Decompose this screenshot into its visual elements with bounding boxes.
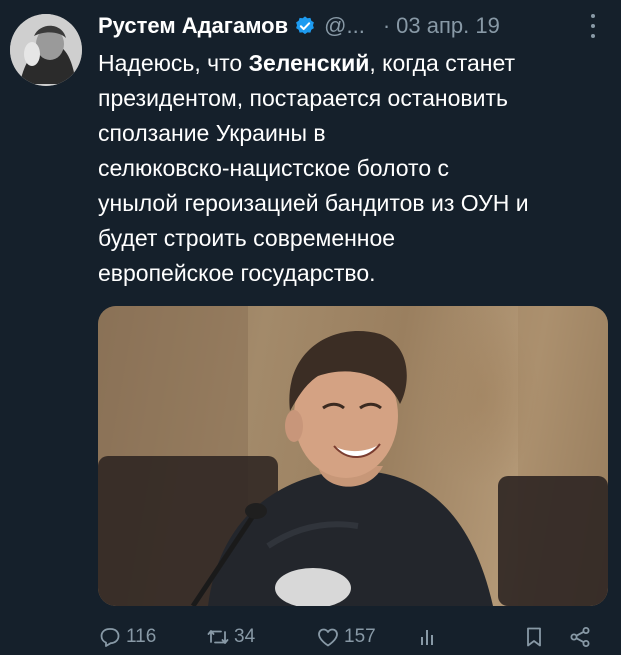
analytics-button[interactable] bbox=[416, 625, 440, 649]
tweet-text-line-7: европейское государство. bbox=[98, 260, 376, 286]
tweet-text-bold: Зеленский bbox=[248, 50, 370, 76]
tweet-text: Надеюсь, что Зеленский, когда станет пре… bbox=[98, 46, 608, 291]
like-button[interactable]: 157 bbox=[316, 625, 376, 649]
photo-illustration bbox=[98, 306, 608, 606]
reply-icon bbox=[100, 628, 120, 647]
tweet-date[interactable]: 03 апр. 19 bbox=[396, 13, 500, 39]
tweet-text-line-3: сползание Украины в bbox=[98, 120, 326, 146]
bookmark-button[interactable] bbox=[522, 625, 546, 649]
analytics-icon bbox=[421, 630, 433, 645]
author-handle[interactable]: @... bbox=[324, 13, 365, 39]
retweet-icon bbox=[207, 630, 229, 644]
tweet-text-line-1: Надеюсь, что Зеленский, когда станет bbox=[98, 46, 608, 81]
tweet-text-line-4: селюковско-нацистское болото с bbox=[98, 155, 450, 181]
like-icon bbox=[318, 628, 338, 647]
like-count: 157 bbox=[344, 626, 376, 647]
action-bar: 116 34 157 bbox=[98, 622, 608, 652]
share-icon bbox=[570, 627, 590, 647]
more-icon[interactable] bbox=[589, 14, 597, 38]
avatar-image bbox=[10, 14, 82, 86]
header-separator: · bbox=[382, 13, 391, 38]
tweet-header: Рустем Адагамов @... · 03 апр. 19 bbox=[98, 10, 611, 42]
tweet-text-line-5: унылой героизацией бандитов из ОУН и bbox=[98, 190, 529, 216]
retweet-button[interactable]: 34 bbox=[206, 625, 255, 649]
author-name[interactable]: Рустем Адагамов bbox=[98, 13, 288, 39]
tweet-photo[interactable] bbox=[98, 306, 608, 606]
reply-button[interactable]: 116 bbox=[98, 625, 156, 649]
retweet-count: 34 bbox=[234, 626, 256, 647]
avatar[interactable] bbox=[10, 14, 82, 86]
reply-count: 116 bbox=[126, 626, 157, 647]
tweet-text-line-2: президентом, постарается остановить bbox=[98, 85, 508, 111]
tweet-text-line-6: будет строить современное bbox=[98, 225, 396, 251]
verified-badge-icon bbox=[294, 15, 316, 37]
share-button[interactable] bbox=[568, 625, 592, 649]
tweet: Рустем Адагамов @... · 03 апр. 19 Надеюс… bbox=[0, 0, 621, 655]
tweet-text-segment: , когда станет bbox=[369, 50, 516, 76]
bookmark-icon bbox=[527, 627, 541, 647]
tweet-text-segment: Надеюсь, что bbox=[98, 50, 249, 76]
